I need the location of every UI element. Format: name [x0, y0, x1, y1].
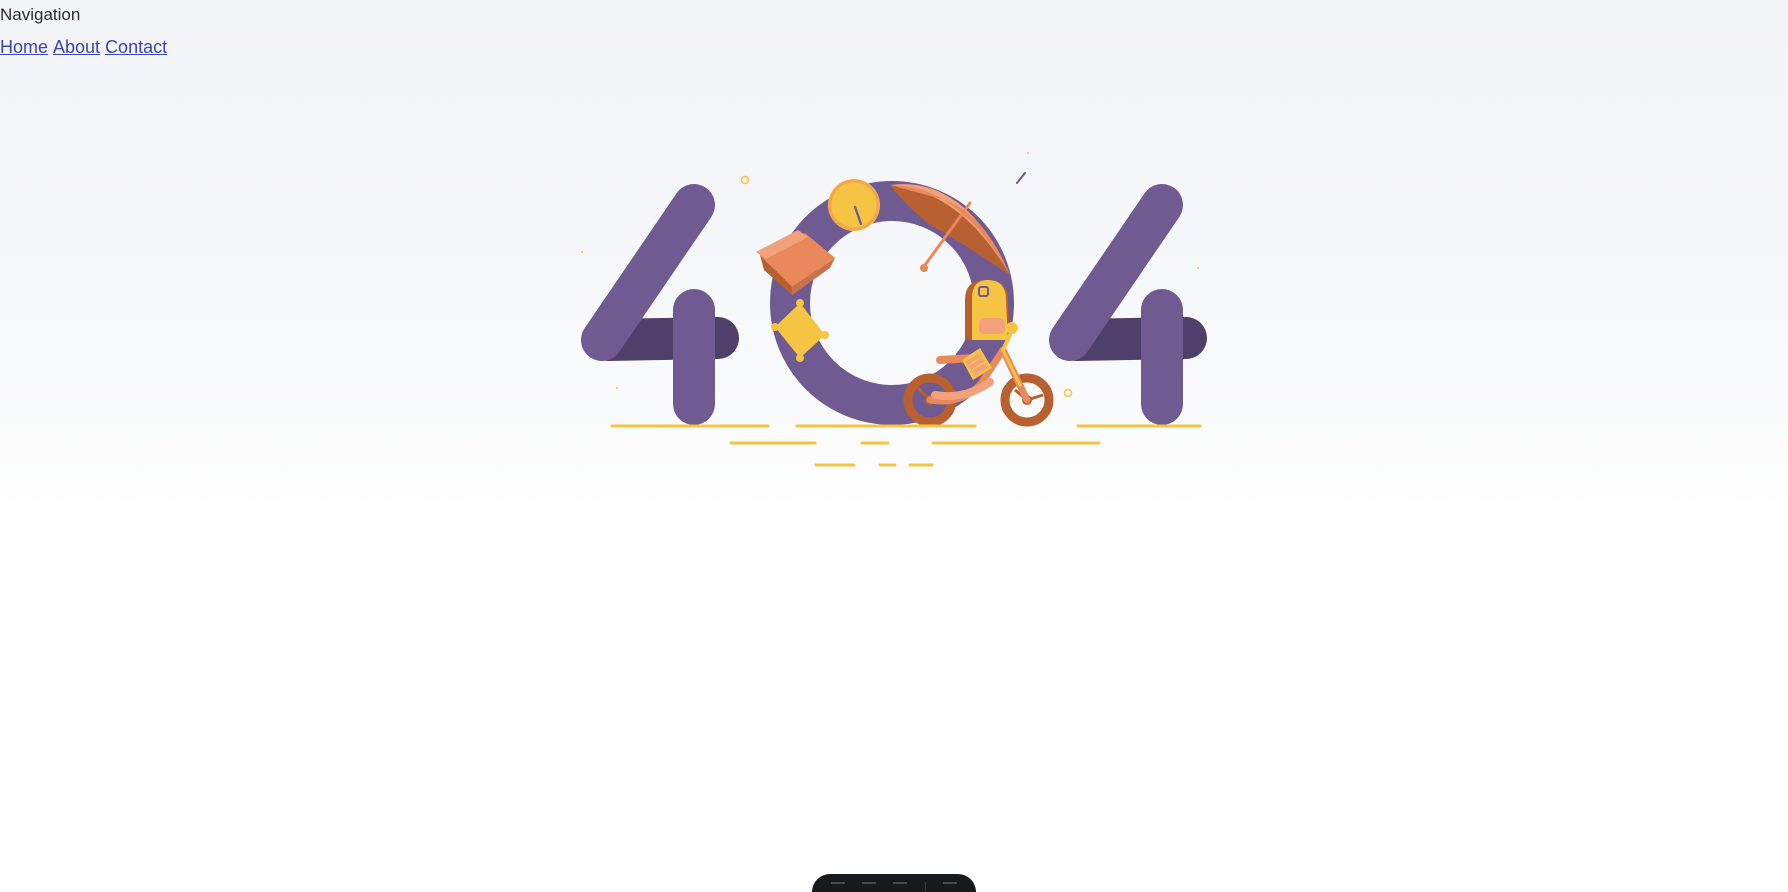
nav-item-home: Home [0, 37, 48, 58]
digit-four-right [1049, 184, 1207, 425]
clock-icon [828, 179, 880, 231]
toolbar-divider [924, 882, 926, 892]
umbrella-icon [890, 184, 1010, 275]
backpack-icon [965, 280, 1010, 340]
menu-icon[interactable] [893, 882, 908, 892]
nav-link-home[interactable]: Home [0, 37, 48, 57]
microphone-icon[interactable] [830, 882, 845, 892]
nav-link-about[interactable]: About [53, 37, 100, 57]
floating-toolbar [812, 874, 976, 892]
404-illustration [581, 152, 1207, 467]
ground-lines [610, 424, 1202, 467]
digit-four-left [581, 184, 739, 425]
nav-item-about: About [53, 37, 100, 58]
nav-heading: Navigation [0, 5, 81, 24]
nav-links: Home About Contact [0, 37, 167, 58]
settings-icon[interactable] [943, 882, 958, 892]
camera-icon[interactable] [862, 882, 877, 892]
nav-item-contact: Contact [105, 37, 167, 58]
nav-link-contact[interactable]: Contact [105, 37, 167, 57]
